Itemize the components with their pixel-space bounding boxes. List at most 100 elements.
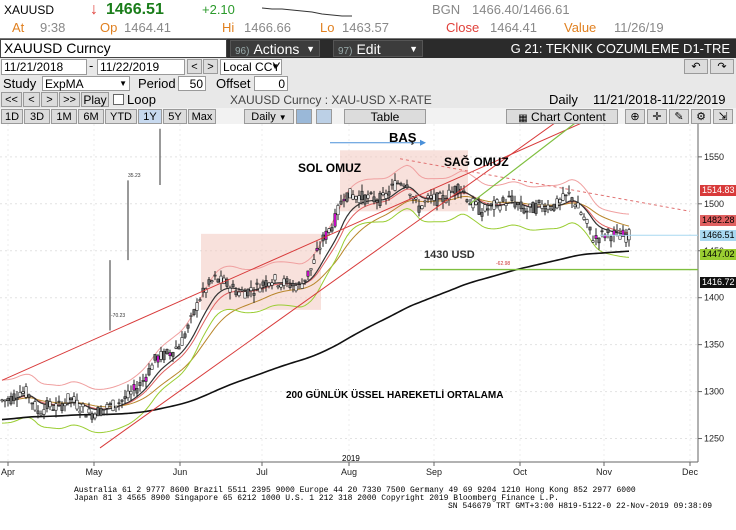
candle-body	[21, 391, 25, 394]
date-range-bar: 11/21/2018 - 11/22/2019 < > Local CCY ▼ …	[0, 58, 736, 76]
candle-body	[159, 351, 163, 360]
candle-body	[84, 415, 88, 418]
candle-body	[195, 302, 199, 311]
right-shoulder-label: SAĞ OMUZ	[444, 155, 509, 169]
period-tab-max[interactable]: Max	[188, 109, 216, 124]
period-tab-5y[interactable]: 5Y	[163, 109, 187, 124]
period-tab-1y[interactable]: 1Y	[138, 109, 162, 124]
chart-content-button[interactable]: ▦ Chart Content	[506, 109, 618, 124]
candle-body	[24, 386, 28, 398]
candle-body	[450, 191, 454, 193]
candle-body	[246, 288, 250, 297]
end-date-field[interactable]: 11/22/2019	[97, 59, 185, 75]
chevron-down-icon: ▼	[409, 44, 418, 54]
candle-body	[90, 413, 94, 420]
candle-body	[135, 388, 139, 394]
candle-body	[177, 346, 181, 350]
quote-close-label: Close	[446, 20, 480, 35]
candle-body	[597, 237, 601, 244]
security-input[interactable]: XAUUSD Curncy	[0, 39, 227, 58]
candle-body	[534, 203, 538, 214]
candle-body	[543, 208, 547, 212]
actions-menu-button[interactable]: 96) Actions ▼	[230, 40, 320, 57]
edit-menu-button[interactable]: 97) Edit ▼	[333, 40, 423, 57]
candle-body	[120, 399, 124, 402]
step-forward-button[interactable]: >	[41, 92, 58, 107]
export-icon[interactable]: ⇲	[713, 109, 733, 124]
fast-forward-button[interactable]: >>	[59, 92, 80, 107]
prev-range-button[interactable]: <	[187, 59, 202, 74]
price-chart[interactable]: 1550150014501400135013001250AprMayJunJul…	[0, 124, 736, 530]
candle-body	[531, 201, 535, 214]
candle-body	[279, 284, 283, 288]
offset-field[interactable]: 0	[254, 76, 288, 91]
start-date-field[interactable]: 11/21/2018	[1, 59, 87, 75]
candle-body	[471, 198, 475, 209]
redo-button[interactable]: ↷	[710, 59, 734, 74]
chart-type-button[interactable]	[296, 109, 312, 124]
candle-body	[255, 282, 259, 285]
price-chart-svg: 1550150014501400135013001250AprMayJunJul…	[0, 124, 736, 530]
candle-body	[576, 202, 580, 209]
period-tab-1m[interactable]: 1M	[51, 109, 77, 124]
play-button[interactable]: Play	[81, 92, 109, 107]
settings-icon[interactable]: ⚙	[691, 109, 711, 124]
candle-body	[387, 191, 391, 196]
candle-body	[81, 403, 85, 408]
x-tick-label: Apr	[1, 467, 15, 477]
table-button[interactable]: Table	[344, 109, 426, 124]
study-select[interactable]: ExpMA ▼	[42, 76, 130, 91]
measure-bottom-label: -70.23	[111, 313, 126, 319]
interval-value: Daily	[251, 111, 276, 123]
period-tab-3d[interactable]: 3D	[24, 109, 50, 124]
candle-body	[270, 282, 274, 286]
chevron-down-icon: ▼	[278, 113, 287, 122]
candle-body	[360, 190, 364, 200]
next-range-button[interactable]: >	[203, 59, 218, 74]
y-tick-label: 1250	[704, 434, 724, 444]
candle-body	[318, 247, 322, 250]
candle-body	[9, 395, 13, 405]
candle-body	[396, 182, 400, 185]
rewind-button[interactable]: <<	[1, 92, 22, 107]
period-tab-1d[interactable]: 1D	[1, 109, 23, 124]
step-back-button[interactable]: <	[23, 92, 40, 107]
quote-op-value: 1464.41	[124, 20, 171, 35]
candle-body	[78, 410, 82, 414]
period-tab-ytd[interactable]: YTD	[105, 109, 137, 124]
candle-body	[189, 315, 193, 317]
candle-body	[297, 282, 301, 284]
candle-body	[552, 203, 556, 211]
currency-select[interactable]: Local CCY ▼	[220, 59, 282, 75]
chart-style-button[interactable]	[316, 109, 332, 124]
period-tabs-bar: 1D 3D 1M 6M YTD 1Y 5Y Max Daily ▼ Table ▦ Chart…	[0, 108, 736, 124]
x-tick-label: Jul	[256, 467, 268, 477]
undo-button[interactable]: ↶	[684, 59, 708, 74]
loop-checkbox[interactable]	[113, 94, 124, 105]
candle-body	[99, 408, 103, 416]
candle-body	[477, 202, 481, 215]
crosshair-icon[interactable]: ✛	[647, 109, 667, 124]
candle-body	[486, 208, 490, 211]
candle-body	[66, 393, 70, 404]
period-tab-6m[interactable]: 6M	[78, 109, 104, 124]
zoom-icon[interactable]: ⊕	[625, 109, 645, 124]
candle-body	[174, 346, 178, 349]
interval-select[interactable]: Daily ▼	[244, 109, 294, 124]
period-field[interactable]: 50	[178, 76, 206, 91]
candle-body	[129, 391, 133, 395]
candle-body	[507, 195, 511, 198]
candle-body	[402, 184, 406, 187]
candle-body	[150, 364, 154, 370]
chart-content-label: Chart Content	[531, 110, 606, 124]
annotate-icon[interactable]: ✎	[669, 109, 689, 124]
y-tick-label: 1350	[704, 340, 724, 350]
quote-bgn-label: BGN	[432, 2, 461, 17]
candle-body	[429, 195, 433, 199]
candle-body	[483, 204, 487, 212]
chevron-down-icon: ▼	[271, 62, 279, 71]
candle-body	[309, 268, 313, 271]
chart-content-icon: ▦	[518, 113, 528, 124]
candle-body	[210, 280, 214, 283]
quote-value-label: Value	[564, 20, 597, 35]
